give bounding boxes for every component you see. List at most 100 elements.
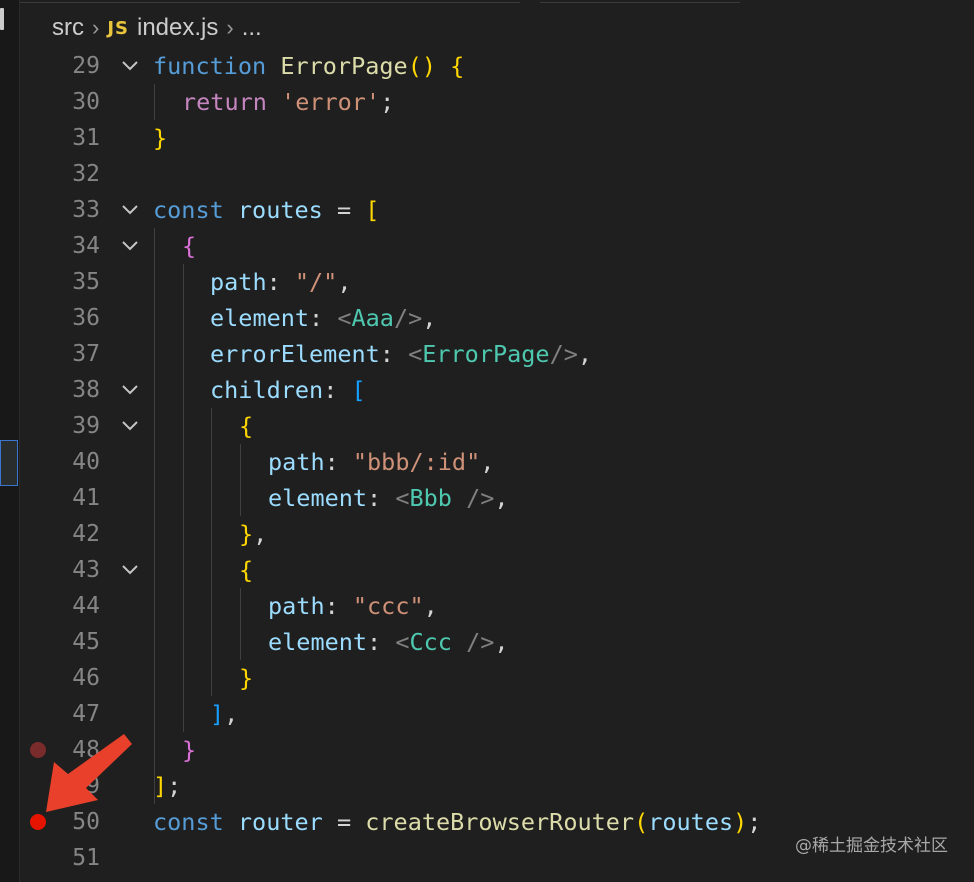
red-arrow-icon: [46, 734, 132, 812]
keyword: function: [153, 52, 267, 80]
chevron-down-icon[interactable]: [118, 228, 142, 264]
variable: router: [237, 808, 323, 836]
jsx-bracket: <: [395, 628, 410, 656]
code-line-29[interactable]: function ErrorPage() {: [153, 48, 464, 84]
line-number[interactable]: 41: [40, 480, 100, 516]
code-line-45[interactable]: element: <Ccc />,: [268, 624, 509, 660]
property: errorElement: [210, 340, 380, 368]
code-line-49[interactable]: ];: [153, 768, 181, 804]
code-line-46[interactable]: }: [239, 660, 253, 696]
code-line-33[interactable]: const routes = [: [153, 192, 379, 228]
chevron-down-icon[interactable]: [118, 48, 142, 84]
gutter-row: 46: [0, 660, 974, 696]
jsx-bracket: />: [393, 304, 423, 332]
line-number[interactable]: 44: [40, 588, 100, 624]
bracket: [: [351, 376, 366, 404]
breakpoint-icon[interactable]: [30, 814, 46, 830]
line-number[interactable]: 51: [40, 840, 100, 876]
line-number[interactable]: 46: [40, 660, 100, 696]
keyword: const: [153, 808, 224, 836]
gutter-row: 36: [0, 300, 974, 336]
code-line-41[interactable]: element: <Bbb />,: [268, 480, 509, 516]
code-line-48[interactable]: }: [182, 732, 196, 768]
code-line-44[interactable]: path: "ccc",: [268, 588, 438, 624]
line-number[interactable]: 43: [40, 552, 100, 588]
line-number[interactable]: 30: [40, 84, 100, 120]
jsx-bracket: <: [395, 484, 410, 512]
bracket: ]: [210, 700, 225, 728]
code-line-39[interactable]: {: [239, 408, 253, 444]
line-number[interactable]: 40: [40, 444, 100, 480]
code-line-31[interactable]: }: [153, 120, 167, 156]
punctuation: ,: [422, 304, 437, 332]
variable: routes: [648, 808, 734, 836]
code-line-36[interactable]: element: <Aaa/>,: [210, 300, 436, 336]
line-number[interactable]: 42: [40, 516, 100, 552]
punctuation: ;: [747, 808, 762, 836]
indent-guide: [211, 408, 212, 696]
code-line-38[interactable]: children: [: [210, 372, 366, 408]
gutter-row: 38: [0, 372, 974, 408]
chevron-right-icon: ›: [226, 15, 234, 40]
breadcrumb-folder[interactable]: src: [52, 14, 84, 42]
punctuation: :: [309, 304, 338, 332]
bracket: ]: [153, 772, 168, 800]
bracket: (): [407, 52, 436, 80]
variable: routes: [237, 196, 323, 224]
code-line-47[interactable]: ],: [210, 696, 238, 732]
code-line-34[interactable]: {: [182, 228, 196, 264]
property: element: [268, 484, 368, 512]
bracket: {: [450, 52, 465, 80]
line-number[interactable]: 47: [40, 696, 100, 732]
line-number[interactable]: 33: [40, 192, 100, 228]
chevron-down-icon[interactable]: [118, 408, 142, 444]
line-number[interactable]: 32: [40, 156, 100, 192]
chevron-down-icon[interactable]: [118, 192, 142, 228]
function-name: ErrorPage: [280, 52, 408, 80]
jsx-bracket: />: [451, 628, 495, 656]
line-number[interactable]: 38: [40, 372, 100, 408]
punctuation: ;: [167, 772, 182, 800]
bracket: }: [239, 664, 254, 692]
line-number[interactable]: 31: [40, 120, 100, 156]
property: path: [268, 448, 325, 476]
chevron-down-icon[interactable]: [118, 552, 142, 588]
line-number[interactable]: 45: [40, 624, 100, 660]
string: "ccc": [352, 592, 424, 620]
jsx-tag: Bbb: [409, 484, 452, 512]
watermark: @稀土掘金技术社区: [795, 836, 948, 856]
line-number[interactable]: 29: [40, 48, 100, 84]
code-line-42[interactable]: },: [239, 516, 267, 552]
gutter-row: 32: [0, 156, 974, 192]
string: "bbb/:id": [352, 448, 481, 476]
punctuation: ,: [494, 484, 509, 512]
bracket: {: [182, 232, 197, 260]
punctuation: :: [379, 340, 409, 368]
code-line-40[interactable]: path: "bbb/:id",: [268, 444, 494, 480]
line-number[interactable]: 35: [40, 264, 100, 300]
punctuation: ,: [494, 628, 509, 656]
code-line-30[interactable]: return 'error';: [182, 84, 394, 120]
gutter-row: 39: [0, 408, 974, 444]
bracket: {: [239, 412, 254, 440]
chevron-right-icon: ›: [92, 15, 100, 40]
code-line-37[interactable]: errorElement: <ErrorPage/>,: [210, 336, 592, 372]
punctuation: ,: [423, 592, 438, 620]
property: path: [268, 592, 325, 620]
line-number[interactable]: 34: [40, 228, 100, 264]
chevron-down-icon[interactable]: [118, 372, 142, 408]
property: children: [210, 376, 324, 404]
code-line-35[interactable]: path: "/",: [210, 264, 352, 300]
indent-guide: [240, 444, 241, 516]
breadcrumb-symbol[interactable]: ...: [242, 14, 262, 42]
code-line-50[interactable]: const router = createBrowserRouter(route…: [153, 804, 761, 840]
gutter-row: 29: [0, 48, 974, 84]
line-number[interactable]: 36: [40, 300, 100, 336]
breadcrumb-file[interactable]: index.js: [137, 14, 218, 42]
gutter-row: 33: [0, 192, 974, 228]
line-number[interactable]: 37: [40, 336, 100, 372]
jsx-bracket: />: [549, 340, 578, 368]
panel-indicator: [0, 8, 4, 30]
line-number[interactable]: 39: [40, 408, 100, 444]
code-line-43[interactable]: {: [239, 552, 253, 588]
